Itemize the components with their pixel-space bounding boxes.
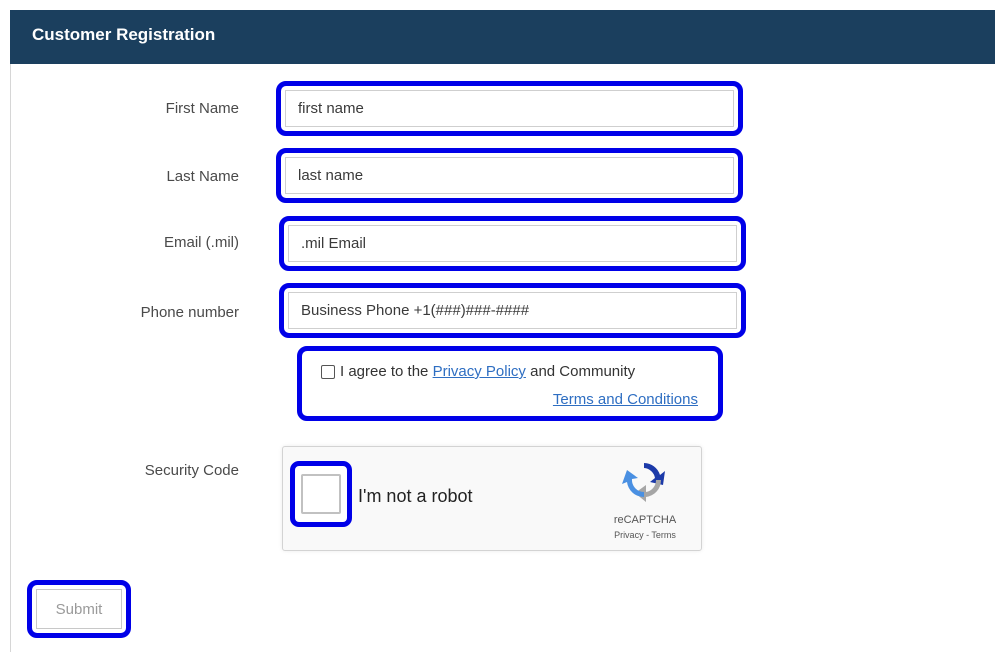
terms-conditions-link[interactable]: Terms and Conditions [553, 391, 698, 408]
agreement-checkbox[interactable] [321, 365, 335, 379]
privacy-policy-link[interactable]: Privacy Policy [433, 363, 526, 380]
first-name-label: First Name [165, 100, 239, 117]
captcha-label: I'm not a robot [358, 486, 473, 506]
agreement-middle: and Community [530, 363, 636, 380]
recaptcha-links: Privacy - Terms [600, 530, 690, 540]
agreement-prefix: I agree to the [340, 363, 429, 380]
first-name-highlight [276, 81, 743, 136]
phone-label: Phone number [140, 304, 239, 321]
recaptcha-brand: reCAPTCHA [613, 514, 677, 526]
page-title: Customer Registration [32, 25, 216, 44]
email-label: Email (.mil) [164, 234, 239, 251]
first-name-input[interactable] [285, 90, 734, 127]
recaptcha-privacy-link[interactable]: Privacy [614, 530, 644, 540]
security-code-label: Security Code [144, 462, 239, 479]
phone-input[interactable] [288, 292, 737, 329]
recaptcha-icon [622, 463, 665, 502]
agreement-text: I agree to the Privacy Policy and Commun… [340, 363, 635, 380]
submit-highlight: Submit [27, 580, 131, 638]
agreement-highlight: I agree to the Privacy Policy and Commun… [297, 346, 723, 421]
last-name-highlight [276, 148, 743, 203]
last-name-label: Last Name [166, 168, 239, 185]
panel-header: Customer Registration [10, 10, 995, 64]
robot-checkbox-highlight [290, 461, 352, 527]
recaptcha-terms-link[interactable]: Terms [651, 530, 676, 540]
email-highlight [279, 216, 746, 271]
submit-button[interactable]: Submit [36, 589, 122, 629]
phone-highlight [279, 283, 746, 338]
robot-checkbox[interactable] [301, 474, 341, 514]
last-name-input[interactable] [285, 157, 734, 194]
email-input[interactable] [288, 225, 737, 262]
